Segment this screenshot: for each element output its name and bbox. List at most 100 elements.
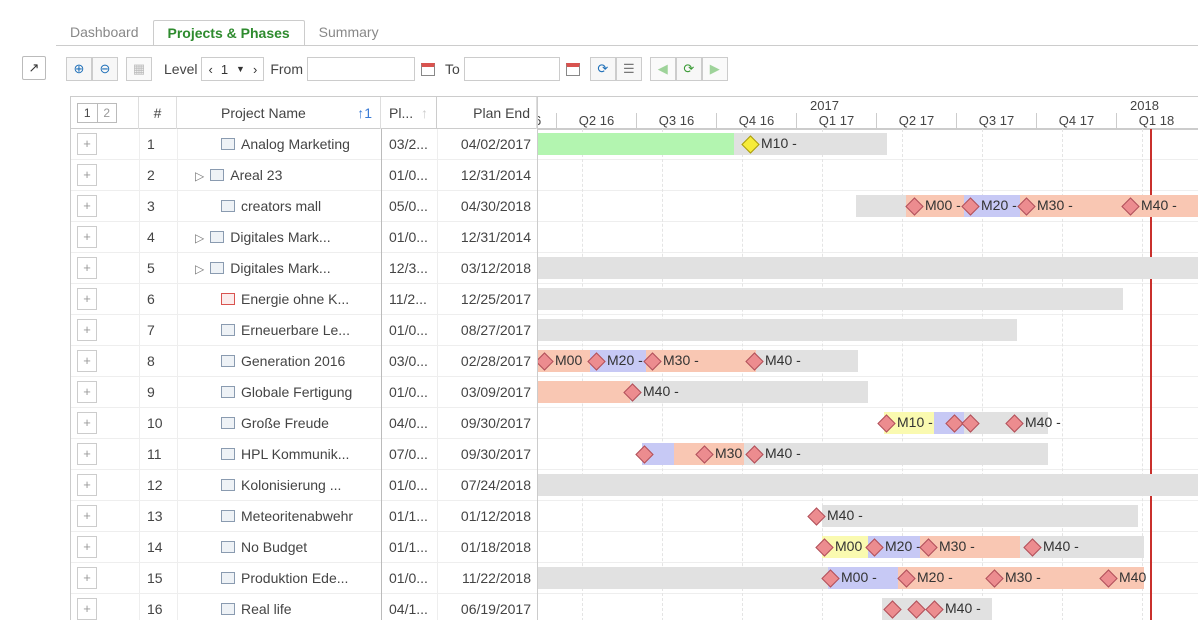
row-number: 11 — [147, 446, 162, 462]
row-number: 13 — [147, 508, 163, 524]
chevron-down-icon[interactable]: ▼ — [236, 64, 245, 74]
expand-row-button[interactable]: + — [77, 443, 97, 465]
project-name-cell[interactable]: No Budget — [195, 532, 379, 563]
expand-row-button[interactable]: + — [77, 257, 97, 279]
expand-icon[interactable]: ↗ — [22, 56, 46, 80]
refresh-icon[interactable]: ⟳ — [589, 57, 616, 81]
milestone-label: M20 - — [981, 197, 1017, 213]
plan-end-cell: 03/09/2017 — [460, 384, 531, 400]
expand-tree-icon[interactable]: ▷ — [195, 262, 204, 276]
project-name-cell[interactable]: Generation 2016 — [195, 346, 379, 377]
project-name-cell[interactable]: ▷ Digitales Mark... — [195, 253, 379, 284]
expand-row-button[interactable]: + — [77, 505, 97, 527]
project-name-cell[interactable]: Globale Fertigung — [195, 377, 379, 408]
expand-row-button[interactable]: + — [77, 567, 97, 589]
project-name: No Budget — [241, 539, 308, 555]
level-selector[interactable]: ‹ 1 ▼ › — [201, 57, 265, 81]
project-name-cell[interactable]: HPL Kommunik... — [195, 439, 379, 470]
gantt-bar[interactable] — [822, 505, 1138, 527]
outline-level-2-button[interactable]: 2 — [98, 104, 117, 122]
expand-row-button[interactable]: + — [77, 536, 97, 558]
milestone-label: M30 - — [1037, 197, 1073, 213]
expand-row-button[interactable]: + — [77, 164, 97, 186]
expand-row-button[interactable]: + — [77, 195, 97, 217]
level-next-icon[interactable]: › — [253, 62, 257, 77]
project-name-cell[interactable]: Real life — [195, 594, 379, 620]
go-today-icon[interactable]: ⟳ — [675, 57, 702, 81]
plan-start-cell: 04/0... — [389, 415, 428, 431]
tab-summary[interactable]: Summary — [305, 20, 393, 46]
milestone-label: M40 - — [1043, 538, 1079, 554]
expand-tree-icon[interactable]: ▷ — [195, 169, 204, 183]
level-prev-icon[interactable]: ‹ — [208, 62, 212, 77]
project-name: Energie ohne K... — [241, 291, 350, 307]
project-icon — [221, 324, 235, 337]
gantt-bar[interactable] — [538, 567, 828, 589]
project-name: creators mall — [241, 198, 322, 214]
plan-end-cell: 03/12/2018 — [460, 260, 531, 276]
project-name-cell[interactable]: ▷ Digitales Mark... — [195, 222, 379, 253]
project-name-cell[interactable]: Analog Marketing — [195, 129, 379, 160]
milestone-label: M40 — [1119, 569, 1147, 585]
plan-end-cell: 06/19/2017 — [460, 601, 531, 617]
from-date-input[interactable] — [306, 57, 415, 81]
project-name-cell[interactable]: Große Freude — [195, 408, 379, 439]
quarter-label: Q3 16 — [636, 113, 716, 129]
gantt-bar[interactable] — [538, 381, 630, 403]
expand-row-button[interactable]: + — [77, 319, 97, 341]
column-header-plan-start[interactable]: Pl... ↑ — [381, 97, 437, 129]
tab-projects-phases[interactable]: Projects & Phases — [152, 20, 305, 46]
project-icon — [221, 417, 235, 430]
expand-tree-icon[interactable]: ▷ — [195, 231, 204, 245]
gantt-bar[interactable] — [856, 195, 906, 217]
expand-row-button[interactable]: + — [77, 381, 97, 403]
quarter-label: Q1 17 — [796, 113, 876, 129]
project-name-cell[interactable]: Energie ohne K... — [195, 284, 379, 315]
milestone-label: M00 - — [841, 569, 877, 585]
go-end-icon[interactable]: ▶ — [701, 57, 728, 81]
go-start-icon[interactable]: ◀ — [649, 57, 676, 81]
expand-row-button[interactable]: + — [77, 288, 97, 310]
plan-start-cell: 01/0... — [389, 322, 428, 338]
column-header-plan-end[interactable]: Plan End — [437, 97, 537, 129]
project-icon — [221, 200, 235, 213]
row-number: 3 — [147, 198, 155, 214]
project-name-cell[interactable]: Erneuerbare Le... — [195, 315, 379, 346]
tab-dashboard[interactable]: Dashboard — [56, 20, 153, 46]
expand-row-button[interactable]: + — [77, 474, 97, 496]
plan-end-cell: 07/24/2018 — [460, 477, 531, 493]
project-name-cell[interactable]: Kolonisierung ... — [195, 470, 379, 501]
expand-row-button[interactable]: + — [77, 598, 97, 620]
project-name-cell[interactable]: ▷ Areal 23 — [195, 160, 379, 191]
zoom-out-icon[interactable]: ⊖ — [92, 57, 118, 81]
gantt-bar[interactable] — [538, 133, 734, 155]
project-icon — [210, 231, 225, 244]
list-icon[interactable]: ☰ — [615, 57, 642, 81]
to-date-input[interactable] — [463, 57, 560, 81]
gantt-bar[interactable] — [538, 288, 1123, 310]
project-icon — [210, 262, 225, 275]
expand-row-button[interactable]: + — [77, 412, 97, 434]
project-name: Digitales Mark... — [230, 260, 331, 276]
gantt-bar[interactable] — [538, 474, 1198, 496]
project-icon-red — [221, 293, 235, 306]
expand-row-button[interactable]: + — [77, 133, 97, 155]
export-icon[interactable]: ▦ — [126, 57, 152, 81]
zoom-in-icon[interactable]: ⊕ — [66, 57, 92, 81]
column-header-num[interactable]: # — [139, 97, 177, 129]
column-divider — [177, 129, 178, 620]
gantt-bar[interactable] — [538, 319, 1017, 341]
outline-level-1-button[interactable]: 1 — [78, 104, 98, 122]
calendar-icon[interactable] — [415, 57, 441, 81]
timeline-divider — [538, 129, 1198, 130]
expand-row-button[interactable]: + — [77, 226, 97, 248]
tab-bar: Dashboard Projects & Phases Summary — [56, 20, 393, 46]
project-name-cell[interactable]: Meteoritenabwehr — [195, 501, 379, 532]
gantt-bar[interactable] — [538, 257, 1198, 279]
project-name-cell[interactable]: creators mall — [195, 191, 379, 222]
expand-row-button[interactable]: + — [77, 350, 97, 372]
project-icon — [221, 572, 235, 585]
calendar-icon[interactable] — [560, 57, 586, 81]
project-name-cell[interactable]: Produktion Ede... — [195, 563, 379, 594]
column-header-name[interactable]: Project Name ↑1 — [177, 97, 381, 129]
